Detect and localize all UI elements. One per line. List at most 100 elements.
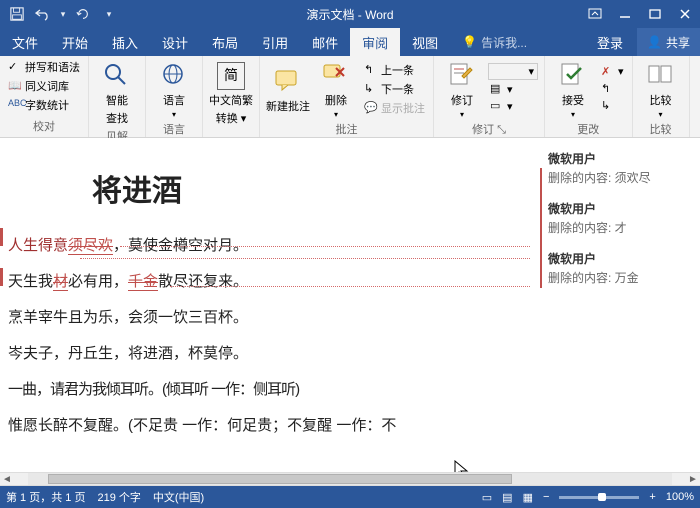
revision-item[interactable]: 微软用户 删除的内容: 才 [548, 200, 694, 236]
accept-icon [559, 62, 587, 90]
wordcount-indicator[interactable]: 219 个字 [97, 489, 140, 505]
revisions-pane: 微软用户 删除的内容: 须欢尽 微软用户 删除的内容: 才 微软用户 删除的内容… [540, 138, 700, 472]
ribbon-tabs: 文件 开始 插入 设计 布局 引用 邮件 审阅 视图 💡告诉我... 登录 👤共… [0, 28, 700, 56]
tab-references[interactable]: 引用 [250, 28, 300, 56]
view-web-icon[interactable]: ▦ [523, 491, 533, 504]
status-bar: 第 1 页，共 1 页 219 个字 中文(中国) ▭ ▤ ▦ − + 100% [0, 486, 700, 508]
prev-change-button[interactable]: ↰ [599, 81, 626, 97]
delete-comment-button[interactable]: 删除▾ [314, 58, 358, 119]
maximize-icon[interactable] [640, 0, 670, 28]
document-area: 将进酒 人生得意须尽欢，莫使金樽空对月。 天生我材必有用，千金散尽还复来。 烹羊… [0, 138, 700, 472]
tab-home[interactable]: 开始 [50, 28, 100, 56]
show-comments-button[interactable]: 💬显示批注 [362, 99, 427, 117]
close-icon[interactable] [670, 0, 700, 28]
share-button[interactable]: 👤共享 [637, 28, 700, 56]
wordcount-button[interactable]: ABC字数统计 [6, 96, 82, 114]
prev-change-icon: ↰ [601, 82, 615, 96]
title-bar: ▾ ▾ 演示文档 - Word [0, 0, 700, 28]
show-icon: 💬 [364, 101, 378, 115]
scroll-right-icon[interactable]: ► [686, 473, 700, 485]
save-icon[interactable] [6, 3, 28, 25]
group-language: 语言 [152, 119, 196, 138]
globe-icon [160, 62, 188, 90]
tell-me[interactable]: 💡告诉我... [450, 28, 539, 56]
check-icon: ✓ [8, 60, 22, 74]
compare-icon [647, 62, 675, 90]
next-comment-button[interactable]: ↳下一条 [362, 80, 427, 98]
next-change-button[interactable]: ↳ [599, 98, 626, 114]
revision-item[interactable]: 微软用户 删除的内容: 万金 [548, 250, 694, 286]
new-comment-button[interactable]: 新建批注 [266, 58, 310, 119]
track-icon [448, 62, 476, 90]
view-read-icon[interactable]: ▭ [482, 491, 492, 504]
ribbon: ✓拼写和语法 📖同义词库 ABC字数统计 校对 智能查找 见解 语言▾ 语言 简… [0, 56, 700, 138]
prev-icon: ↰ [364, 63, 378, 77]
show-markup-button[interactable]: ▤▾ [488, 81, 538, 97]
spelling-button[interactable]: ✓拼写和语法 [6, 58, 82, 76]
ribbon-options-icon[interactable] [580, 0, 610, 28]
count-icon: ABC [8, 98, 22, 112]
compare-button[interactable]: 比较▾ [639, 58, 683, 119]
quick-access-toolbar: ▾ ▾ [0, 3, 120, 25]
group-tracking: 修订 ⤡ [440, 119, 538, 138]
next-icon: ↳ [364, 82, 378, 96]
track-changes-button[interactable]: 修订▾ [440, 58, 484, 119]
zoom-out-icon[interactable]: − [543, 491, 549, 503]
next-change-icon: ↳ [601, 99, 615, 113]
reject-button[interactable]: ✗▾ [599, 64, 626, 80]
tab-mailings[interactable]: 邮件 [300, 28, 350, 56]
cursor-icon [454, 460, 470, 472]
book-icon: 📖 [8, 79, 22, 93]
scroll-thumb[interactable] [48, 474, 512, 484]
group-compare: 比较 [639, 119, 683, 138]
document-body[interactable]: 将进酒 人生得意须尽欢，莫使金樽空对月。 天生我材必有用，千金散尽还复来。 烹羊… [0, 138, 540, 472]
reject-icon: ✗ [601, 65, 615, 79]
para-3: 烹羊宰牛且为乐，会须一饮三百杯。 [4, 300, 540, 336]
smart-lookup-button[interactable]: 智能查找 [95, 58, 139, 126]
tab-view[interactable]: 视图 [400, 28, 450, 56]
doc-title: 将进酒 [4, 150, 540, 228]
revision-bar [540, 168, 542, 288]
magnifier-icon [103, 62, 131, 90]
view-print-icon[interactable]: ▤ [502, 491, 512, 504]
bulb-icon: 💡 [462, 35, 477, 49]
page-indicator[interactable]: 第 1 页，共 1 页 [6, 489, 85, 505]
qat-more-icon[interactable]: ▾ [98, 3, 120, 25]
group-changes: 更改 [551, 119, 626, 138]
display-dropdown[interactable]: ▾ [488, 63, 538, 80]
accept-button[interactable]: 接受▾ [551, 58, 595, 119]
para-5: 一曲，请君为我倾耳听。(倾耳听 一作：侧耳听) [4, 372, 540, 408]
group-comments: 批注 [266, 119, 427, 138]
para-6: 惟愿长醉不复醒。(不足贵 一作：何足贵；不复醒 一作：不 [4, 408, 540, 444]
tab-design[interactable]: 设计 [150, 28, 200, 56]
share-icon: 👤 [647, 35, 662, 49]
zoom-slider[interactable] [559, 496, 639, 499]
thesaurus-button[interactable]: 📖同义词库 [6, 77, 82, 95]
login-link[interactable]: 登录 [585, 28, 635, 56]
tab-review[interactable]: 审阅 [350, 28, 400, 56]
protect-button[interactable]: 保护▾ [696, 58, 700, 119]
para-4: 岑夫子，丹丘生，将进酒，杯莫停。 [4, 336, 540, 372]
conversion-icon: 简 [217, 62, 245, 90]
prev-comment-button[interactable]: ↰上一条 [362, 61, 427, 79]
minimize-icon[interactable] [610, 0, 640, 28]
chinese-conversion-button[interactable]: 简 中文简繁转换 ▾ [209, 58, 253, 126]
language-indicator[interactable]: 中文(中国) [153, 489, 204, 505]
tab-insert[interactable]: 插入 [100, 28, 150, 56]
zoom-level[interactable]: 100% [666, 491, 694, 503]
undo-icon[interactable] [32, 3, 54, 25]
reviewing-pane-button[interactable]: ▭▾ [488, 98, 538, 114]
scroll-left-icon[interactable]: ◄ [0, 473, 14, 485]
redo-icon[interactable] [72, 3, 94, 25]
qat-dropdown-icon[interactable]: ▾ [58, 3, 68, 25]
language-button[interactable]: 语言▾ [152, 58, 196, 119]
para-2: 天生我材必有用，千金散尽还复来。 [4, 264, 540, 300]
tab-layout[interactable]: 布局 [200, 28, 250, 56]
horizontal-scrollbar[interactable]: ◄ ► [0, 472, 700, 486]
revision-item[interactable]: 微软用户 删除的内容: 须欢尽 [548, 150, 694, 186]
zoom-in-icon[interactable]: + [649, 491, 655, 503]
window-title: 演示文档 - Word [306, 6, 393, 23]
tab-file[interactable]: 文件 [0, 28, 50, 56]
group-proofing: 校对 [6, 116, 82, 135]
delete-icon [322, 62, 350, 90]
